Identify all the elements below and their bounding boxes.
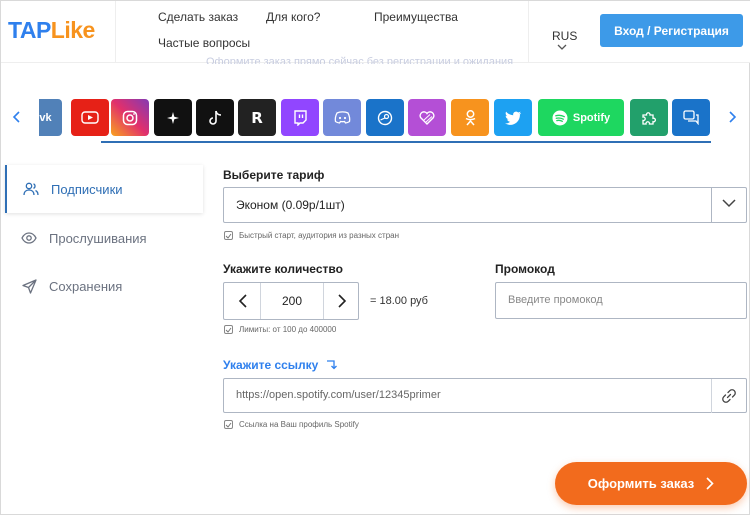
quantity-input[interactable]: 200 (260, 283, 324, 319)
rutube-icon: R (251, 108, 263, 127)
quantity-stepper: 200 (223, 282, 359, 320)
menu-item-label: Сохранения (49, 278, 123, 294)
messages-button[interactable] (672, 99, 710, 136)
tiktok-icon (209, 110, 222, 125)
link-icon[interactable] (721, 388, 737, 404)
eye-icon (21, 230, 37, 246)
menu-item-label: Подписчики (51, 181, 123, 197)
language-selector[interactable]: RUS (552, 29, 577, 43)
tariff-hint: Быстрый старт, аудитория из разных стран (224, 231, 399, 240)
instagram-button[interactable] (111, 99, 149, 136)
promo-placeholder: Введите промокод (508, 294, 603, 306)
twitter-button[interactable] (494, 99, 532, 136)
tiktok-button[interactable] (196, 99, 234, 136)
nav-for-whom[interactable]: Для кого? (266, 10, 320, 24)
nav-advantages[interactable]: Преимущества (374, 10, 458, 24)
twitch-icon (293, 109, 307, 126)
discord-icon (334, 111, 350, 124)
users-icon (23, 181, 39, 197)
puzzle-button[interactable] (630, 99, 668, 136)
tariff-select[interactable]: Эконом (0.09р/1шт) (223, 187, 747, 223)
spotify-button[interactable]: Spotify (538, 99, 624, 136)
nav-order[interactable]: Сделать заказ (158, 10, 238, 24)
menu-item-saves[interactable]: Сохранения (5, 262, 203, 310)
youtube-icon (81, 111, 99, 124)
threads-button[interactable] (154, 99, 192, 136)
tariff-hint-text: Быстрый старт, аудитория из разных стран (239, 231, 400, 240)
check-icon (224, 420, 233, 429)
discord-button[interactable] (323, 99, 361, 136)
chevron-right-icon (337, 294, 346, 308)
link-label: Укажите ссылку (223, 358, 338, 372)
price-total: = 18.00 руб (370, 295, 428, 307)
puzzle-icon (642, 111, 656, 125)
odnoklassniki-icon (465, 110, 475, 126)
twitch-button[interactable] (281, 99, 319, 136)
instagram-icon (122, 110, 138, 125)
site-header: TAPLike Сделать заказ Для кого? Преимуще… (1, 1, 750, 63)
increment-button[interactable] (324, 283, 360, 319)
likee-button[interactable] (408, 99, 446, 136)
tariff-label: Выберите тариф (223, 168, 325, 182)
chevron-down-icon[interactable] (722, 199, 736, 208)
vk-button[interactable]: vk (39, 99, 62, 136)
link-label-text: Укажите ссылку (223, 358, 319, 372)
logo-part-like: Like (50, 17, 96, 43)
decrement-button[interactable] (224, 283, 260, 319)
carousel-prev-icon[interactable] (12, 111, 20, 123)
steam-button[interactable] (366, 99, 404, 136)
faint-banner: Оформите заказ прямо сейчас без регистра… (206, 56, 514, 64)
vk-icon: vk (39, 111, 52, 124)
send-icon (21, 278, 37, 294)
chevron-right-icon (706, 477, 714, 490)
carousel-underline (101, 141, 711, 143)
menu-item-listens[interactable]: Прослушивания (5, 214, 203, 262)
header-divider (528, 1, 529, 63)
select-divider (711, 188, 712, 222)
link-hint: Ссылка на Ваш профиль Spotify (224, 420, 359, 429)
link-hint-text: Ссылка на Ваш профиль Spotify (239, 420, 359, 429)
steam-icon (377, 110, 393, 125)
quantity-label: Укажите количество (223, 262, 343, 276)
youtube-button[interactable] (71, 99, 109, 136)
spotify-icon (552, 110, 568, 125)
menu-item-subscribers[interactable]: Подписчики (5, 165, 203, 213)
tariff-select-value: Эконом (0.09р/1шт) (236, 198, 345, 212)
logo-part-tap: TAP (8, 17, 51, 43)
sparkle-icon (167, 111, 179, 124)
carousel-next-icon[interactable] (729, 111, 737, 123)
link-input-value: https://open.spotify.com/user/12345prime… (236, 389, 441, 401)
nav-faq[interactable]: Частые вопросы (158, 36, 250, 50)
check-icon (224, 231, 233, 240)
messages-icon (683, 110, 699, 125)
spotify-label: Spotify (572, 111, 611, 124)
quantity-hint-text: Лимиты: от 100 до 400000 (239, 325, 337, 334)
login-register-button[interactable]: Вход / Регистрация (600, 14, 743, 47)
twitter-icon (504, 111, 521, 125)
input-divider (711, 379, 712, 413)
promo-label: Промокод (495, 262, 555, 276)
place-order-button[interactable]: Оформить заказ (555, 462, 747, 505)
link-input[interactable]: https://open.spotify.com/user/12345prime… (223, 378, 747, 413)
heart-icon (419, 110, 435, 125)
header-divider (115, 1, 116, 63)
menu-item-label: Прослушивания (49, 230, 147, 246)
chevron-down-icon[interactable] (557, 44, 567, 50)
check-icon (224, 325, 233, 334)
chevron-left-icon (238, 294, 247, 308)
social-networks-carousel: vk R Spotify (39, 99, 711, 137)
promo-input[interactable]: Введите промокод (495, 282, 747, 319)
quantity-hint: Лимиты: от 100 до 400000 (224, 325, 336, 334)
rutube-button[interactable]: R (238, 99, 276, 136)
arrow-down-right-icon (327, 360, 338, 370)
logo[interactable]: TAPLike (8, 17, 95, 44)
odnoklassniki-button[interactable] (451, 99, 489, 136)
place-order-label: Оформить заказ (587, 476, 695, 491)
